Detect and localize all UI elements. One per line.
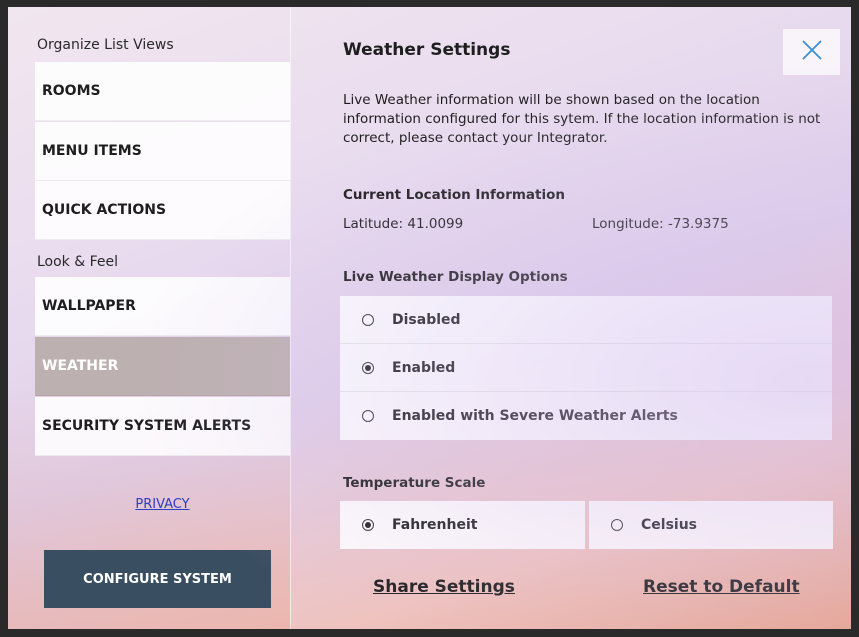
sidebar-item-quick-actions[interactable]: QUICK ACTIONS [35,181,290,240]
sidebar-item-weather[interactable]: WEATHER [35,337,290,396]
close-icon [801,39,823,65]
sidebar-divider [290,7,291,629]
reset-to-default-link[interactable]: Reset to Default [643,577,800,597]
option-label: Enabled [392,359,456,376]
sidebar-item-rooms[interactable]: ROOMS [35,62,290,121]
location-section-title: Current Location Information [343,187,565,203]
temperature-scale-title: Temperature Scale [343,475,486,491]
option-disabled[interactable]: Disabled [340,296,832,344]
sidebar-item-label: WEATHER [42,358,119,374]
option-fahrenheit[interactable]: Fahrenheit [340,501,585,549]
look-feel-section-title: Look & Feel [37,254,119,270]
sidebar-item-label: MENU ITEMS [42,143,142,159]
option-label: Fahrenheit [392,517,478,533]
longitude-value: Longitude: -73.9375 [592,216,729,232]
option-enabled[interactable]: Enabled [340,344,832,392]
sidebar-item-label: SECURITY SYSTEM ALERTS [42,418,252,434]
display-options-title: Live Weather Display Options [343,269,568,285]
radio-selected-icon [362,519,374,531]
sidebar-item-security-system-alerts[interactable]: SECURITY SYSTEM ALERTS [35,397,290,456]
weather-description: Live Weather information will be shown b… [343,92,821,146]
option-celsius[interactable]: Celsius [589,501,833,549]
sidebar-item-wallpaper[interactable]: WALLPAPER [35,277,290,336]
radio-selected-icon [362,361,374,374]
configure-system-button[interactable]: CONFIGURE SYSTEM [44,550,271,608]
latitude-value: Latitude: 41.0099 [343,216,464,232]
close-button[interactable] [783,29,840,75]
page-title: Weather Settings [343,40,511,60]
sidebar-item-label: WALLPAPER [42,298,136,314]
option-label: Enabled with Severe Weather Alerts [392,408,678,424]
sidebar-item-label: QUICK ACTIONS [42,202,167,218]
privacy-link[interactable]: PRIVACY [35,497,290,512]
radio-unselected-icon [362,313,374,326]
sidebar-item-menu-items[interactable]: MENU ITEMS [35,122,290,181]
option-label: Disabled [392,311,461,328]
display-options-list: Disabled Enabled Enabled with Severe Wea… [340,296,832,441]
sidebar: Organize List Views ROOMS MENU ITEMS QUI… [8,7,290,629]
sidebar-item-label: ROOMS [42,83,101,99]
app-window: Organize List Views ROOMS MENU ITEMS QUI… [8,7,851,629]
share-settings-link[interactable]: Share Settings [373,577,515,597]
radio-unselected-icon [611,519,623,531]
radio-unselected-icon [362,410,374,422]
organize-section-title: Organize List Views [37,37,174,53]
option-enabled-severe-alerts[interactable]: Enabled with Severe Weather Alerts [340,392,832,440]
option-label: Celsius [641,517,697,533]
